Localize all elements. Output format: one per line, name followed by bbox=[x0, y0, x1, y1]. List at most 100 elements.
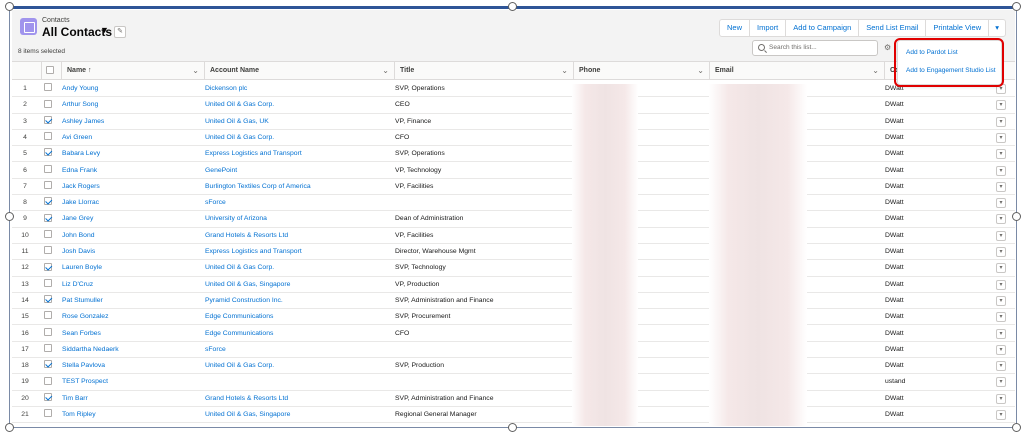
account-name-link[interactable]: United Oil & Gas, Singapore bbox=[205, 277, 390, 293]
row-checkbox[interactable] bbox=[44, 99, 52, 108]
resize-handle[interactable] bbox=[5, 423, 14, 432]
row-checkbox[interactable] bbox=[44, 83, 52, 92]
table-row[interactable]: 8 Jake Llorrac sForce DWatt ▾ bbox=[12, 195, 1015, 212]
row-checkbox[interactable] bbox=[44, 115, 52, 124]
contact-name-link[interactable]: Pat Stumuller bbox=[62, 293, 192, 309]
row-actions-chevron-icon[interactable]: ▾ bbox=[996, 198, 1006, 209]
pin-list-button[interactable]: ✎ bbox=[114, 26, 126, 38]
row-checkbox[interactable] bbox=[44, 262, 52, 271]
resize-handle[interactable] bbox=[508, 2, 517, 11]
table-row[interactable]: 2 Arthur Song United Oil & Gas Corp. CEO DWa… bbox=[12, 97, 1015, 114]
account-name-link[interactable]: United Oil & Gas Corp. bbox=[205, 358, 390, 374]
table-row[interactable]: 11 Josh Davis Express Logistics and Transp… bbox=[12, 244, 1015, 261]
chevron-down-icon[interactable]: ⌄ bbox=[872, 62, 879, 80]
table-row[interactable]: 1 Andy Young Dickenson plc SVP, Operations D… bbox=[12, 81, 1015, 98]
table-row[interactable]: 15 Rose Gonzalez Edge Communications SVP, P… bbox=[12, 309, 1015, 326]
row-select[interactable] bbox=[44, 211, 54, 227]
table-row[interactable]: 20 Tim Barr Grand Hotels & Resorts Ltd SVP,… bbox=[12, 391, 1015, 407]
row-actions-chevron-icon[interactable]: ▾ bbox=[996, 393, 1006, 404]
column-header-phone[interactable]: Phone ⌄ bbox=[574, 62, 710, 80]
row-select[interactable] bbox=[44, 277, 54, 293]
row-select[interactable] bbox=[44, 146, 54, 162]
contact-name-link[interactable]: Babara Levy bbox=[62, 146, 192, 162]
new-button[interactable]: New bbox=[719, 19, 751, 37]
account-name-link[interactable]: United Oil & Gas Corp. bbox=[205, 260, 390, 276]
resize-handle[interactable] bbox=[5, 212, 14, 221]
account-name-link[interactable]: University of Arizona bbox=[205, 211, 390, 227]
send-list-email-button[interactable]: Send List Email bbox=[858, 19, 927, 37]
row-checkbox[interactable] bbox=[44, 327, 52, 336]
contact-name-link[interactable]: Liz D'Cruz bbox=[62, 277, 192, 293]
account-name-link[interactable]: United Oil & Gas Corp. bbox=[205, 97, 390, 113]
select-all-checkbox[interactable] bbox=[46, 65, 54, 74]
row-select[interactable] bbox=[44, 391, 54, 407]
row-actions-chevron-icon[interactable]: ▾ bbox=[996, 377, 1006, 388]
row-select[interactable] bbox=[44, 179, 54, 195]
search-input[interactable]: Search this list... bbox=[752, 40, 878, 56]
account-name-link[interactable]: Grand Hotels & Resorts Ltd bbox=[205, 391, 390, 407]
contact-name-link[interactable]: Siddartha Nedaerk bbox=[62, 342, 192, 358]
row-actions-chevron-icon[interactable]: ▾ bbox=[996, 263, 1006, 274]
row-checkbox[interactable] bbox=[44, 409, 52, 418]
contact-name-link[interactable]: Edna Frank bbox=[62, 163, 192, 179]
table-row[interactable]: 4 Avi Green United Oil & Gas Corp. CFO DWatt… bbox=[12, 130, 1015, 147]
resize-handle[interactable] bbox=[508, 423, 517, 432]
column-header-email[interactable]: Email ⌄ bbox=[710, 62, 885, 80]
row-select[interactable] bbox=[44, 326, 54, 342]
row-actions-chevron-icon[interactable]: ▾ bbox=[996, 328, 1006, 339]
contact-name-link[interactable]: Avi Green bbox=[62, 130, 192, 146]
account-name-link[interactable] bbox=[205, 374, 390, 390]
table-row[interactable]: 5 Babara Levy Express Logistics and Transp… bbox=[12, 146, 1015, 163]
row-select[interactable] bbox=[44, 358, 54, 374]
table-row[interactable]: 21 Tom Ripley United Oil & Gas, Singapore R… bbox=[12, 407, 1015, 424]
contact-name-link[interactable]: Rose Gonzalez bbox=[62, 309, 192, 325]
row-select[interactable] bbox=[44, 163, 54, 179]
account-name-link[interactable]: Dickenson plc bbox=[205, 81, 390, 97]
account-name-link[interactable]: United Oil & Gas, Singapore bbox=[205, 407, 390, 423]
row-select[interactable] bbox=[44, 260, 54, 276]
resize-handle[interactable] bbox=[1012, 423, 1021, 432]
row-checkbox[interactable] bbox=[44, 376, 52, 385]
row-checkbox[interactable] bbox=[44, 197, 52, 206]
column-header-name[interactable]: Name ↑ ⌄ bbox=[62, 62, 205, 80]
contact-name-link[interactable]: Sean Forbes bbox=[62, 326, 192, 342]
row-select[interactable] bbox=[44, 130, 54, 146]
row-checkbox[interactable] bbox=[44, 311, 52, 320]
row-checkbox[interactable] bbox=[44, 278, 52, 287]
gear-icon[interactable]: ⚙ bbox=[884, 43, 891, 52]
table-row[interactable]: 13 Liz D'Cruz United Oil & Gas, Singapore V… bbox=[12, 277, 1015, 293]
table-row[interactable]: 9 Jane Grey University of Arizona Dean of A… bbox=[12, 211, 1015, 228]
row-actions-chevron-icon[interactable]: ▾ bbox=[996, 247, 1006, 257]
contact-name-link[interactable]: Lauren Boyle bbox=[62, 260, 192, 276]
contact-name-link[interactable]: Tim Barr bbox=[62, 391, 192, 407]
contact-name-link[interactable]: TEST Prospect bbox=[62, 374, 192, 390]
row-actions-chevron-icon[interactable]: ▾ bbox=[996, 100, 1006, 111]
account-name-link[interactable]: Grand Hotels & Resorts Ltd bbox=[205, 228, 390, 244]
table-row[interactable]: 19 TEST Prospect ustand ▾ bbox=[12, 374, 1015, 391]
row-select[interactable] bbox=[44, 228, 54, 244]
row-select[interactable] bbox=[44, 114, 54, 130]
row-select[interactable] bbox=[44, 244, 54, 260]
contact-name-link[interactable]: Jake Llorrac bbox=[62, 195, 192, 211]
row-actions-chevron-icon[interactable]: ▾ bbox=[996, 149, 1006, 160]
row-checkbox[interactable] bbox=[44, 148, 52, 157]
table-row[interactable]: 17 Siddartha Nedaerk sForce DWatt ▾ bbox=[12, 342, 1015, 359]
row-actions-chevron-icon[interactable]: ▾ bbox=[996, 116, 1006, 127]
contact-name-link[interactable]: Jane Grey bbox=[62, 211, 192, 227]
account-name-link[interactable]: Edge Communications bbox=[205, 326, 390, 342]
row-actions-chevron-icon[interactable]: ▾ bbox=[996, 279, 1006, 290]
account-name-link[interactable]: sForce bbox=[205, 342, 390, 358]
row-actions-chevron-icon[interactable]: ▾ bbox=[996, 165, 1006, 176]
chevron-down-icon[interactable]: ⌄ bbox=[192, 62, 199, 80]
account-name-link[interactable]: Express Logistics and Transport bbox=[205, 244, 390, 260]
contact-name-link[interactable]: Jack Rogers bbox=[62, 179, 192, 195]
account-name-link[interactable]: United Oil & Gas Corp. bbox=[205, 130, 390, 146]
table-row[interactable]: 12 Lauren Boyle United Oil & Gas Corp. SVP,… bbox=[12, 260, 1015, 277]
resize-handle[interactable] bbox=[5, 2, 14, 11]
chevron-down-icon[interactable]: ⌄ bbox=[561, 62, 568, 80]
resize-handle[interactable] bbox=[1012, 2, 1021, 11]
contact-name-link[interactable]: Arthur Song bbox=[62, 97, 192, 113]
table-row[interactable]: 14 Pat Stumuller Pyramid Construction Inc.… bbox=[12, 293, 1015, 310]
chevron-down-icon[interactable]: ▼ bbox=[100, 25, 109, 35]
account-name-link[interactable]: Burlington Textiles Corp of America bbox=[205, 179, 390, 195]
